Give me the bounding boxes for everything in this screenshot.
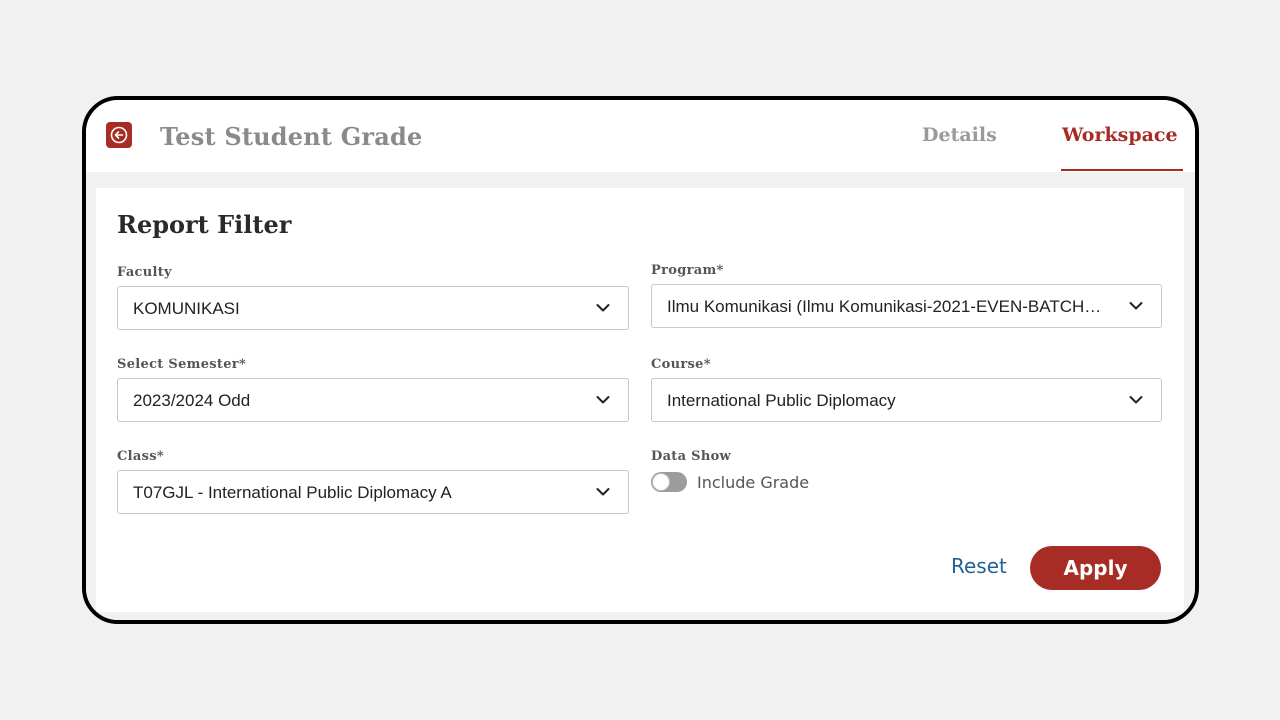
course-value: International Public Diplomacy — [667, 391, 896, 410]
data-show-label: Data Show — [651, 449, 732, 464]
apply-button[interactable]: Apply — [1030, 546, 1161, 590]
chevron-down-icon — [596, 488, 610, 496]
tab-details[interactable]: Details — [922, 124, 997, 146]
include-grade-label: Include Grade — [697, 473, 810, 492]
active-tab-indicator — [1061, 169, 1183, 171]
class-value: T07GJL - International Public Diplomacy … — [133, 483, 452, 502]
semester-label: Select Semester* — [117, 357, 247, 372]
class-select[interactable]: T07GJL - International Public Diplomacy … — [117, 470, 629, 514]
report-filter-card: Report Filter Faculty KOMUNIKASI Program… — [96, 188, 1184, 612]
faculty-value: KOMUNIKASI — [133, 299, 240, 318]
program-value: Ilmu Komunikasi (Ilmu Komunikasi-2021-EV… — [667, 297, 1102, 316]
faculty-label: Faculty — [117, 265, 172, 280]
program-select[interactable]: Ilmu Komunikasi (Ilmu Komunikasi-2021-EV… — [651, 284, 1162, 328]
chevron-down-icon — [1129, 302, 1143, 310]
card-title: Report Filter — [117, 210, 292, 239]
arrow-left-icon — [110, 126, 128, 144]
chevron-down-icon — [596, 304, 610, 312]
page-header: Test Student Grade Details Workspace — [86, 100, 1195, 172]
tab-workspace[interactable]: Workspace — [1062, 124, 1178, 146]
chevron-down-icon — [596, 396, 610, 404]
page-title: Test Student Grade — [160, 122, 423, 151]
course-select[interactable]: International Public Diplomacy — [651, 378, 1162, 422]
app-window: Test Student Grade Details Workspace Rep… — [82, 96, 1199, 624]
course-label: Course* — [651, 357, 711, 372]
chevron-down-icon — [1129, 396, 1143, 404]
semester-value: 2023/2024 Odd — [133, 391, 251, 410]
class-label: Class* — [117, 449, 164, 464]
faculty-select[interactable]: KOMUNIKASI — [117, 286, 629, 330]
program-label: Program* — [651, 263, 724, 278]
toggle-knob — [652, 473, 670, 491]
include-grade-toggle[interactable] — [651, 472, 687, 492]
semester-select[interactable]: 2023/2024 Odd — [117, 378, 629, 422]
back-button[interactable] — [106, 122, 132, 148]
reset-button[interactable]: Reset — [951, 554, 1007, 578]
